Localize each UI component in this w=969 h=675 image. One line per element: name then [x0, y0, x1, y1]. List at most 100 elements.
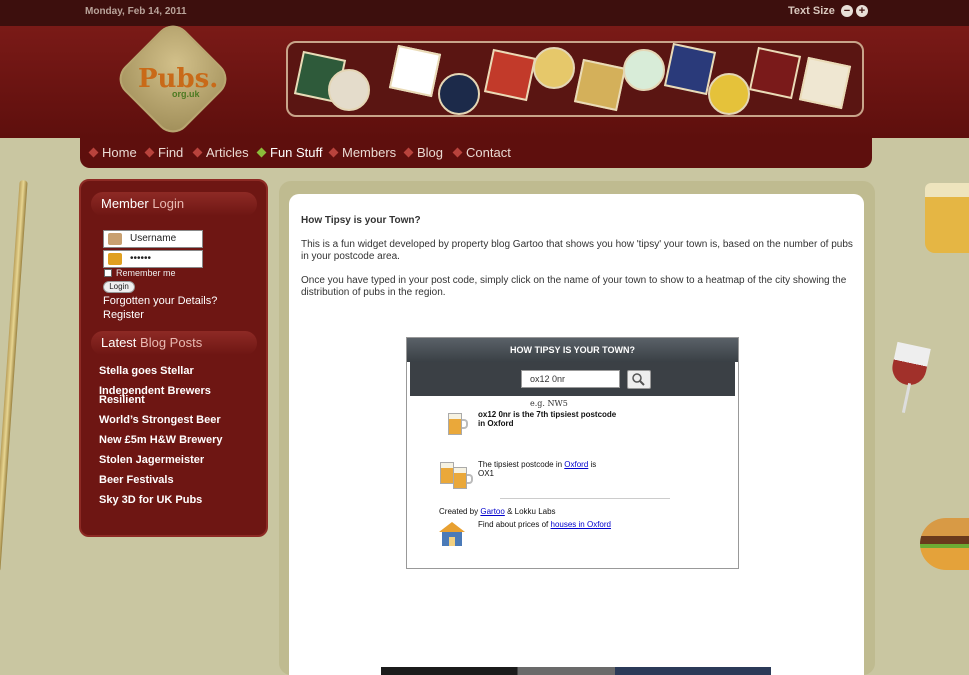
houses-in-oxford-link[interactable]: houses in Oxford	[551, 520, 611, 529]
lock-icon	[108, 253, 122, 265]
nav-label: Members	[342, 145, 397, 160]
nav-label: Find	[158, 145, 184, 160]
tipsiest-prefix: The tipsiest postcode in	[478, 460, 563, 469]
user-icon	[108, 233, 122, 245]
widget-title: HOW TIPSY IS YOUR TOWN?	[407, 338, 738, 362]
result-rank: ox12 0nr is the 7th tipsiest postcode in…	[478, 410, 616, 428]
nav-contact[interactable]: Contact	[452, 145, 511, 160]
current-date: Monday, Feb 14, 2011	[85, 6, 187, 17]
beer-mugs-icon	[440, 462, 454, 484]
text-size-label: Text Size	[788, 5, 835, 17]
result-line-1: ox12 0nr is the 7th tipsiest postcode	[478, 410, 617, 419]
search-button[interactable]	[627, 370, 651, 389]
created-by-prefix: Created by	[439, 507, 479, 516]
text-size-decrease-icon[interactable]: −	[841, 5, 853, 17]
blog-post-link[interactable]: Sky 3D for UK Pubs	[99, 495, 239, 506]
house-prices: Find about prices of houses in Oxford	[478, 520, 611, 529]
widget-divider	[500, 498, 670, 499]
article-heading: How Tipsy is your Town?	[301, 215, 421, 226]
search-icon	[632, 373, 645, 386]
result-line-2: in Oxford	[478, 419, 514, 428]
diamond-icon	[403, 147, 414, 158]
coaster-image	[708, 73, 750, 115]
nav-label: Contact	[466, 145, 511, 160]
password-field[interactable]: ••••••	[103, 250, 203, 268]
logo-domain: org.uk	[172, 89, 200, 99]
diamond-icon	[452, 147, 463, 158]
tipsiest-code: OX1	[478, 469, 495, 478]
tipsiest-postcode: The tipsiest postcode in Oxford is OX1	[478, 460, 628, 478]
house-icon	[439, 522, 465, 546]
article-title: How Tipsy is your Town?	[301, 215, 861, 227]
nav-find[interactable]: Find	[144, 145, 184, 160]
burger-decoration	[920, 518, 969, 570]
remember-me[interactable]: Remember me	[104, 268, 176, 278]
article-paragraph-1: This is a fun widget developed by proper…	[301, 239, 853, 262]
blog-post-link[interactable]: Beer Festivals	[99, 475, 239, 486]
coaster-image	[328, 69, 370, 111]
coaster-image	[623, 49, 665, 91]
tipsiest-suffix: is	[590, 460, 597, 469]
diamond-icon	[256, 147, 267, 158]
password-value: ••••••	[130, 253, 152, 264]
pool-cue-decoration	[0, 180, 28, 572]
diamond-icon	[328, 147, 339, 158]
heading-accent: Blog Posts	[140, 335, 203, 350]
member-login-heading: Member Login	[91, 192, 257, 216]
nav-label: Blog	[417, 145, 444, 160]
nav-members[interactable]: Members	[328, 145, 397, 160]
coaster-image	[438, 73, 480, 115]
top-bar: Monday, Feb 14, 2011 Text Size − +	[0, 0, 969, 26]
wine-glass-stem	[901, 383, 912, 413]
coaster-image	[573, 58, 627, 112]
widget-search-bar: ox12 0nr	[410, 362, 735, 396]
register-link[interactable]: Register	[103, 309, 144, 321]
coaster-image	[483, 48, 537, 102]
nav-label: Articles	[206, 145, 249, 160]
blog-post-link[interactable]: Stella goes Stellar	[99, 366, 239, 377]
beer-mug-icon	[448, 413, 462, 435]
tipsiest-town-link[interactable]: Oxford	[564, 460, 588, 469]
main-navigation: Home Find Articles Fun Stuff Members Blo…	[80, 138, 872, 168]
remember-checkbox[interactable]	[104, 269, 112, 277]
remember-label: Remember me	[116, 268, 176, 278]
text-size-increase-icon[interactable]: +	[856, 5, 868, 17]
advertisement-banner[interactable]	[381, 667, 771, 675]
blog-post-link[interactable]: Independent Brewers Resilient	[99, 386, 239, 406]
nav-label: Fun Stuff	[270, 145, 323, 160]
blog-post-link[interactable]: New £5m H&W Brewery	[99, 435, 239, 446]
created-by-suffix: & Lokku Labs	[507, 507, 556, 516]
nav-home[interactable]: Home	[88, 145, 137, 160]
heading-main: Member	[101, 196, 149, 211]
blog-post-link[interactable]: Stolen Jagermeister	[99, 455, 239, 466]
nav-articles[interactable]: Articles	[192, 145, 249, 160]
username-field[interactable]: Username	[103, 230, 203, 248]
latest-blog-posts-heading: Latest Blog Posts	[91, 331, 257, 355]
nav-label: Home	[102, 145, 137, 160]
beer-glass-decoration	[925, 183, 969, 253]
coaster-image	[533, 47, 575, 89]
created-by: Created by Gartoo & Lokku Labs	[439, 507, 556, 516]
coaster-image	[798, 56, 852, 110]
nav-blog[interactable]: Blog	[403, 145, 444, 160]
username-placeholder: Username	[130, 233, 177, 244]
postcode-search-input[interactable]: ox12 0nr	[521, 370, 620, 388]
forgotten-details-link[interactable]: Forgotten your Details?	[103, 295, 217, 307]
wine-glass-decoration	[889, 341, 931, 389]
diamond-icon	[144, 147, 155, 158]
login-button[interactable]: Login	[103, 281, 135, 293]
heading-main: Latest	[101, 335, 137, 350]
mug-handle	[467, 474, 473, 484]
blog-post-link[interactable]: World’s Strongest Beer	[99, 415, 239, 426]
beer-coasters-banner	[286, 41, 864, 117]
gartoo-link[interactable]: Gartoo	[480, 507, 504, 516]
coaster-image	[748, 46, 802, 100]
prices-prefix: Find about prices of	[478, 520, 549, 529]
diamond-icon	[88, 147, 99, 158]
diamond-icon	[192, 147, 203, 158]
mug-handle	[462, 419, 468, 429]
nav-fun-stuff[interactable]: Fun Stuff	[256, 145, 323, 160]
postcode-example: e.g. NW5	[530, 399, 568, 408]
beer-mug-icon	[453, 467, 467, 489]
coaster-image	[388, 44, 442, 98]
